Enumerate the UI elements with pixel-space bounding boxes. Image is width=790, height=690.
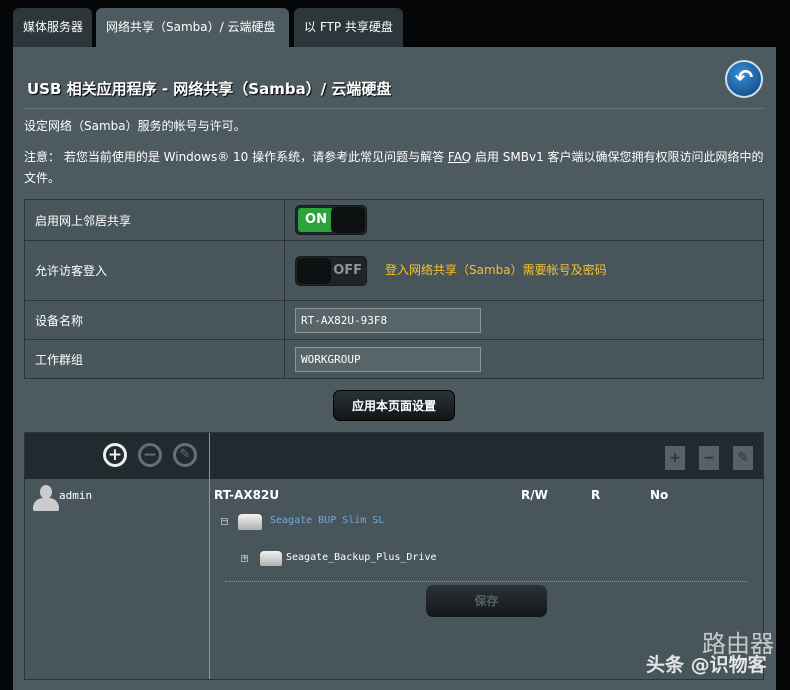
edit-user-icon[interactable]: ✎: [173, 443, 197, 467]
notice-text: 注意： 若您当前使用的是 Windows® 10 操作系统，请参考此常见问题与解…: [24, 150, 448, 164]
folder-drive-icon: [260, 551, 282, 566]
workgroup-input[interactable]: WORKGROUP: [295, 346, 481, 372]
guest-login-note: 登入网络共享（Samba）需要帐号及密码: [385, 263, 607, 277]
col-no-access: No: [650, 488, 669, 502]
device-name-input[interactable]: RT-AX82U-93F8: [295, 307, 481, 333]
col-read-write: R/W: [521, 488, 548, 502]
device-name-label: 设备名称: [24, 300, 285, 340]
guest-login-label: 允许访客登入: [24, 240, 285, 301]
watermark-text: 头条 @识物客: [646, 654, 767, 676]
disk-icon: [238, 514, 262, 530]
back-arrow-icon: ↶: [734, 66, 754, 91]
column-divider: [209, 433, 210, 679]
share-panel: + − ✎ + − ✎ admin RT-AX82U R/W R No − Se…: [24, 432, 764, 680]
save-button[interactable]: 保存: [426, 585, 547, 617]
add-folder-icon[interactable]: +: [665, 446, 685, 470]
network-place-toggle[interactable]: ON: [295, 205, 367, 235]
workgroup-label: 工作群组: [24, 339, 285, 379]
dotted-divider: [225, 581, 747, 582]
user-item-admin[interactable]: admin: [59, 489, 92, 502]
network-place-label: 启用网上邻居共享: [24, 199, 285, 241]
folder-name[interactable]: Seagate_Backup_Plus_Drive: [286, 552, 437, 563]
guest-login-toggle[interactable]: OFF: [295, 255, 367, 286]
expand-icon[interactable]: +: [241, 555, 248, 562]
description: 设定网络（Samba）服务的帐号与许可。: [24, 119, 246, 133]
back-button[interactable]: ↶: [725, 60, 763, 98]
device-name: RT-AX82U: [214, 488, 280, 502]
page-title: USB 相关应用程序 - 网络共享（Samba）/ 云端硬盘: [27, 80, 392, 98]
share-toolbar: + − ✎ + − ✎: [25, 433, 763, 479]
delete-folder-icon[interactable]: −: [699, 446, 719, 470]
col-read: R: [591, 488, 601, 502]
main-panel: USB 相关应用程序 - 网络共享（Samba）/ 云端硬盘 ↶ 设定网络（Sa…: [13, 47, 776, 690]
user-avatar-icon: [33, 485, 59, 511]
add-user-icon[interactable]: +: [103, 443, 127, 467]
toggle-on-label: ON: [298, 208, 334, 232]
divider: [24, 108, 763, 109]
disk-name[interactable]: Seagate BUP Slim SL: [270, 515, 384, 526]
tab-media-server[interactable]: 媒体服务器: [13, 8, 92, 47]
faq-link[interactable]: FAQ: [448, 150, 471, 164]
toggle-off-label: OFF: [333, 262, 362, 278]
tab-samba[interactable]: 网络共享（Samba）/ 云端硬盘: [96, 8, 289, 47]
collapse-icon[interactable]: −: [221, 518, 228, 525]
settings-table: 启用网上邻居共享 ON 允许访客登入 OFF 登入网络共享（Samba）需要帐号及…: [24, 199, 764, 379]
edit-folder-icon[interactable]: ✎: [733, 446, 753, 470]
apply-button[interactable]: 应用本页面设置: [333, 390, 455, 421]
notice: 注意： 若您当前使用的是 Windows® 10 操作系统，请参考此常见问题与解…: [24, 147, 764, 189]
remove-user-icon[interactable]: −: [138, 443, 162, 467]
tab-ftp[interactable]: 以 FTP 共享硬盘: [294, 8, 403, 47]
